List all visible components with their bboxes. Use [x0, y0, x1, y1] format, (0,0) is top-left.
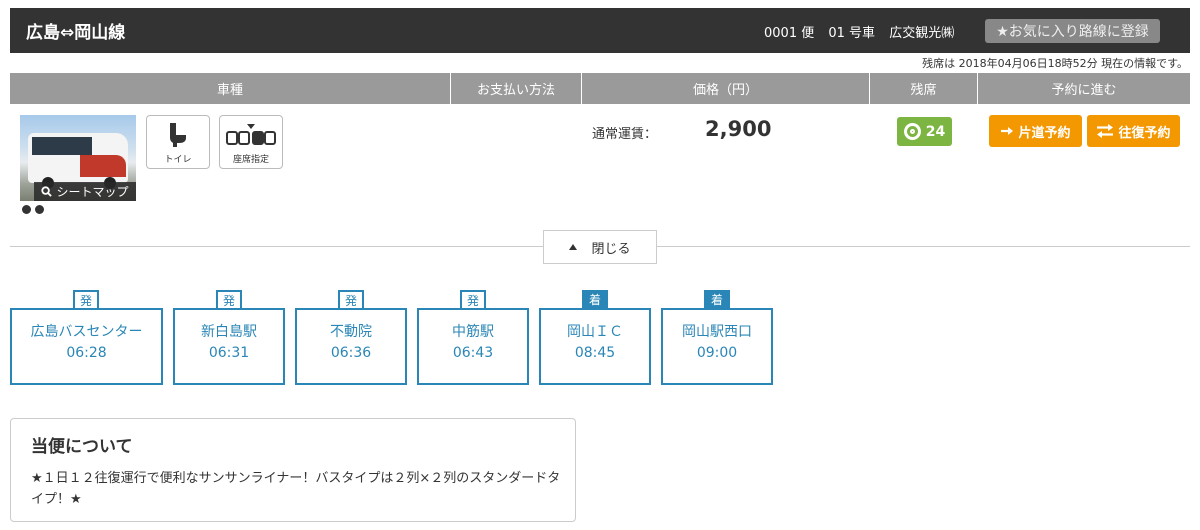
stop-name: 岡山ＩＣ [567, 324, 623, 340]
route-header: 広島⇔岡山線 0001 便 01 号車 広交観光㈱ ★お気に入り路線に登録 [10, 8, 1190, 53]
stop-name: 新白島駅 [201, 324, 257, 340]
round-trip-booking-button[interactable]: 往復予約 [1087, 115, 1180, 147]
column-reserve: 予約に進む [1051, 83, 1117, 98]
about-description: ★１日１２往復運行で便利なサンサンライナー！バスタイプは２列×２列のスタンダード… [31, 471, 561, 507]
stop-time: 06:43 [452, 345, 494, 361]
stop-time: 06:36 [330, 345, 372, 361]
stop-tag-arrival: 着 [704, 290, 730, 309]
seats-count: 24 [925, 123, 946, 140]
bus-stripe [80, 155, 126, 177]
trip-info: 0001 便 01 号車 広交観光㈱ [764, 22, 964, 41]
stop-name: 中筋駅 [452, 324, 494, 340]
column-vehicle: 車種 [10, 73, 451, 104]
amenity-toilet: トイレ [146, 115, 210, 169]
swap-arrows-icon [1097, 124, 1114, 138]
about-trip-box: 当便について ★１日１２往復運行で便利なサンサンライナー！バスタイプは２列×２列… [10, 418, 576, 522]
car-number: 01 号車 [828, 26, 876, 41]
fare-label: 通常運賃： [592, 127, 658, 142]
stop-time: 08:45 [574, 345, 616, 361]
seats-updated-notice: 残席は 2018年04月06日18時52分 現在の情報です。 [922, 57, 1188, 70]
toilet-icon [170, 123, 186, 147]
seat-reservation-icon [226, 124, 276, 145]
stop-card: 岡山駅西口 09:00 [661, 308, 773, 385]
stop-time: 09:00 [696, 345, 738, 361]
close-label: 閉じる [591, 241, 631, 257]
close-details-button[interactable]: 閉じる [543, 230, 657, 264]
magnifier-icon [41, 186, 53, 197]
stop-time: 06:31 [208, 345, 250, 361]
stop-time: 06:28 [66, 345, 107, 361]
stop-name: 不動院 [330, 324, 372, 340]
stop-name: 広島バスセンター [30, 324, 143, 340]
column-payment: お支払い方法 [451, 73, 582, 104]
stop-card: 不動院 06:36 [295, 308, 407, 385]
amenity-label: トイレ [164, 155, 192, 165]
round-trip-label: 往復予約 [1118, 125, 1171, 141]
stop-tag-departure: 発 [460, 290, 486, 309]
carousel-dot[interactable] [35, 205, 44, 214]
bus-window [32, 137, 92, 155]
seats-available-badge: 24 [897, 117, 952, 146]
operator-name: 広交観光㈱ [889, 26, 955, 41]
arrow-right-icon [1001, 127, 1014, 135]
column-seats: 残席 [870, 73, 978, 104]
stop-name: 岡山駅西口 [682, 324, 752, 340]
carousel-dot[interactable] [22, 205, 31, 214]
column-price: 価格（円） [582, 73, 870, 104]
seatmap-label: シートマップ [56, 185, 129, 199]
one-way-booking-button[interactable]: 片道予約 [989, 115, 1082, 147]
stop-tag-departure: 発 [216, 290, 242, 309]
stop-tag-arrival: 着 [582, 290, 608, 309]
bus-photo[interactable]: シートマップ [20, 115, 136, 201]
stop-card: 岡山ＩＣ 08:45 [539, 308, 651, 385]
route-title: 広島⇔岡山線 [26, 23, 126, 43]
one-way-label: 片道予約 [1018, 125, 1071, 141]
seatmap-button[interactable]: シートマップ [34, 182, 136, 201]
amenity-label: 座席指定 [232, 155, 269, 165]
about-title: 当便について [31, 437, 133, 457]
add-favorite-button[interactable]: ★お気に入り路線に登録 [985, 19, 1160, 43]
availability-circle-icon [903, 123, 921, 140]
stop-tag-departure: 発 [73, 290, 99, 309]
stop-card: 広島バスセンター 06:28 [10, 308, 163, 385]
stop-card: 新白島駅 06:31 [173, 308, 285, 385]
fare-value: 2,900 [705, 117, 772, 141]
caret-up-icon [569, 244, 578, 250]
table-header: 車種 お支払い方法 価格（円） 残席 予約に進む [10, 73, 1190, 104]
flight-number: 0001 便 [764, 26, 815, 41]
amenity-seat-reservation: 座席指定 [219, 115, 283, 169]
photo-carousel-dots [22, 205, 44, 214]
stop-card: 中筋駅 06:43 [417, 308, 529, 385]
stop-tag-departure: 発 [338, 290, 364, 309]
